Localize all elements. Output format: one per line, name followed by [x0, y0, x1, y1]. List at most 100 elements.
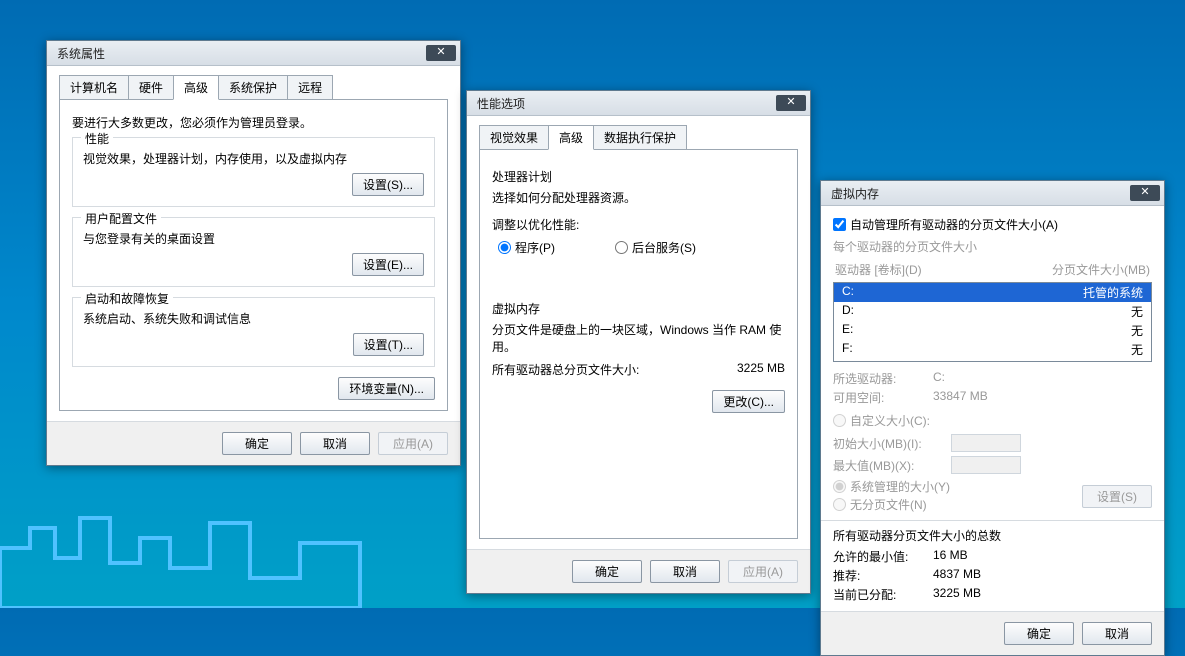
- vmem-titlebar[interactable]: 虚拟内存 ✕: [821, 181, 1164, 206]
- close-icon[interactable]: ✕: [426, 45, 456, 61]
- drive-col-size: 分页文件大小(MB): [1052, 261, 1150, 278]
- tab-remote[interactable]: 远程: [287, 75, 333, 100]
- drive-value: 无: [1131, 322, 1143, 339]
- set-button[interactable]: 设置(S): [1082, 485, 1152, 508]
- performance-legend: 性能: [81, 130, 113, 147]
- vmem-button-bar: 确定 取消: [821, 611, 1164, 655]
- tab-computer-name[interactable]: 计算机名: [59, 75, 129, 100]
- per-drive-label: 每个驱动器的分页文件大小: [833, 238, 1152, 255]
- perfopts-cancel-button[interactable]: 取消: [650, 560, 720, 583]
- drive-col-drive: 驱动器 [卷标](D): [835, 261, 922, 278]
- sysprops-button-bar: 确定 取消 应用(A): [47, 421, 460, 465]
- startup-desc: 系统启动、系统失败和调试信息: [83, 310, 424, 327]
- totals-legend: 所有驱动器分页文件大小的总数: [833, 527, 1152, 544]
- radio-custom-size-label: 自定义大小(C):: [850, 412, 930, 429]
- user-profiles-desc: 与您登录有关的桌面设置: [83, 230, 424, 247]
- selected-drive-label: 所选驱动器:: [833, 370, 933, 387]
- vm-total-value: 3225 MB: [737, 361, 785, 378]
- sysprops-tabs: 计算机名 硬件 高级 系统保护 远程: [59, 74, 448, 99]
- virtual-memory-group: 虚拟内存 分页文件是硬盘上的一块区域，Windows 当作 RAM 使用。 所有…: [492, 292, 785, 423]
- drive-letter: C:: [842, 284, 854, 301]
- sysprops-ok-button[interactable]: 确定: [222, 432, 292, 455]
- vm-change-button[interactable]: 更改(C)...: [712, 390, 785, 413]
- tab-perf-advanced[interactable]: 高级: [548, 125, 594, 150]
- performance-desc: 视觉效果，处理器计划，内存使用，以及虚拟内存: [83, 150, 424, 167]
- startup-legend: 启动和故障恢复: [81, 290, 173, 307]
- vm-total-label: 所有驱动器总分页文件大小:: [492, 361, 639, 378]
- user-profiles-legend: 用户配置文件: [81, 210, 161, 227]
- drive-list[interactable]: C: 托管的系统 D: 无 E: 无 F: 无: [833, 282, 1152, 362]
- radio-programs[interactable]: 程序(P): [498, 239, 555, 256]
- user-profiles-settings-button[interactable]: 设置(E)...: [352, 253, 424, 276]
- auto-manage-label: 自动管理所有驱动器的分页文件大小(A): [850, 216, 1058, 233]
- auto-manage-checkbox[interactable]: 自动管理所有驱动器的分页文件大小(A): [833, 216, 1058, 233]
- scheduler-adjust-label: 调整以优化性能:: [492, 216, 785, 233]
- vm-desc: 分页文件是硬盘上的一块区域，Windows 当作 RAM 使用。: [492, 321, 785, 355]
- wallpaper-skyline: [0, 488, 400, 608]
- drive-letter: D:: [842, 303, 854, 320]
- drive-value: 无: [1131, 303, 1143, 320]
- perfopts-tabs: 视觉效果 高级 数据执行保护: [479, 124, 798, 149]
- recommended-value: 4837 MB: [933, 567, 981, 584]
- vmem-ok-button[interactable]: 确定: [1004, 622, 1074, 645]
- scheduler-desc: 选择如何分配处理器资源。: [492, 189, 785, 206]
- drive-list-header: 驱动器 [卷标](D) 分页文件大小(MB): [833, 261, 1152, 278]
- admin-notice: 要进行大多数更改，您必须作为管理员登录。: [72, 114, 435, 131]
- startup-settings-button[interactable]: 设置(T)...: [353, 333, 424, 356]
- sysprops-cancel-button[interactable]: 取消: [300, 432, 370, 455]
- drive-row[interactable]: D: 无: [834, 302, 1151, 321]
- min-allowed-value: 16 MB: [933, 548, 968, 565]
- radio-custom-size[interactable]: 自定义大小(C):: [833, 412, 930, 429]
- sysprops-apply-button[interactable]: 应用(A): [378, 432, 448, 455]
- performance-options-dialog: 性能选项 ✕ 视觉效果 高级 数据执行保护 处理器计划 选择如何分配处理器资源。…: [466, 90, 811, 594]
- performance-settings-button[interactable]: 设置(S)...: [352, 173, 424, 196]
- tab-system-protection[interactable]: 系统保护: [218, 75, 288, 100]
- current-alloc-value: 3225 MB: [933, 586, 981, 603]
- performance-group: 性能 视觉效果，处理器计划，内存使用，以及虚拟内存 设置(S)...: [72, 137, 435, 207]
- close-icon[interactable]: ✕: [776, 95, 806, 111]
- recommended-label: 推荐:: [833, 567, 933, 584]
- max-size-label: 最大值(MB)(X):: [833, 457, 943, 474]
- initial-size-label: 初始大小(MB)(I):: [833, 435, 943, 452]
- vm-legend: 虚拟内存: [492, 300, 785, 317]
- vmem-cancel-button[interactable]: 取消: [1082, 622, 1152, 645]
- max-size-input[interactable]: [951, 456, 1021, 474]
- sysprops-title: 系统属性: [57, 45, 105, 62]
- drive-value: 无: [1131, 341, 1143, 358]
- perfopts-tabpane: 处理器计划 选择如何分配处理器资源。 调整以优化性能: 程序(P) 后台服务(S…: [479, 149, 798, 539]
- user-profiles-group: 用户配置文件 与您登录有关的桌面设置 设置(E)...: [72, 217, 435, 287]
- perfopts-apply-button[interactable]: 应用(A): [728, 560, 798, 583]
- env-vars-button[interactable]: 环境变量(N)...: [338, 377, 435, 400]
- scheduler-group: 处理器计划 选择如何分配处理器资源。 调整以优化性能: 程序(P) 后台服务(S…: [492, 160, 785, 282]
- tab-advanced[interactable]: 高级: [173, 75, 219, 100]
- perfopts-titlebar[interactable]: 性能选项 ✕: [467, 91, 810, 116]
- drive-row[interactable]: C: 托管的系统: [834, 283, 1151, 302]
- radio-no-paging-file[interactable]: 无分页文件(N): [833, 496, 927, 513]
- tab-visual-effects[interactable]: 视觉效果: [479, 125, 549, 150]
- drive-row[interactable]: F: 无: [834, 340, 1151, 359]
- initial-size-input[interactable]: [951, 434, 1021, 452]
- radio-no-paging-file-label: 无分页文件(N): [850, 496, 927, 513]
- sysprops-tabpane: 要进行大多数更改，您必须作为管理员登录。 性能 视觉效果，处理器计划，内存使用，…: [59, 99, 448, 411]
- system-properties-dialog: 系统属性 ✕ 计算机名 硬件 高级 系统保护 远程 要进行大多数更改，您必须作为…: [46, 40, 461, 466]
- perfopts-ok-button[interactable]: 确定: [572, 560, 642, 583]
- radio-system-managed[interactable]: 系统管理的大小(Y): [833, 478, 950, 495]
- perfopts-button-bar: 确定 取消 应用(A): [467, 549, 810, 593]
- radio-background-label: 后台服务(S): [632, 239, 696, 256]
- selected-drive-value: C:: [933, 370, 945, 387]
- perfopts-title: 性能选项: [477, 95, 525, 112]
- avail-space-label: 可用空间:: [833, 389, 933, 406]
- sysprops-titlebar[interactable]: 系统属性 ✕: [47, 41, 460, 66]
- startup-group: 启动和故障恢复 系统启动、系统失败和调试信息 设置(T)...: [72, 297, 435, 367]
- close-icon[interactable]: ✕: [1130, 185, 1160, 201]
- scheduler-legend: 处理器计划: [492, 168, 785, 185]
- drive-letter: F:: [842, 341, 853, 358]
- current-alloc-label: 当前已分配:: [833, 586, 933, 603]
- tab-hardware[interactable]: 硬件: [128, 75, 174, 100]
- radio-background[interactable]: 后台服务(S): [615, 239, 696, 256]
- vmem-title: 虚拟内存: [831, 185, 879, 202]
- drive-row[interactable]: E: 无: [834, 321, 1151, 340]
- radio-programs-label: 程序(P): [515, 239, 555, 256]
- radio-system-managed-label: 系统管理的大小(Y): [850, 478, 950, 495]
- tab-dep[interactable]: 数据执行保护: [593, 125, 687, 150]
